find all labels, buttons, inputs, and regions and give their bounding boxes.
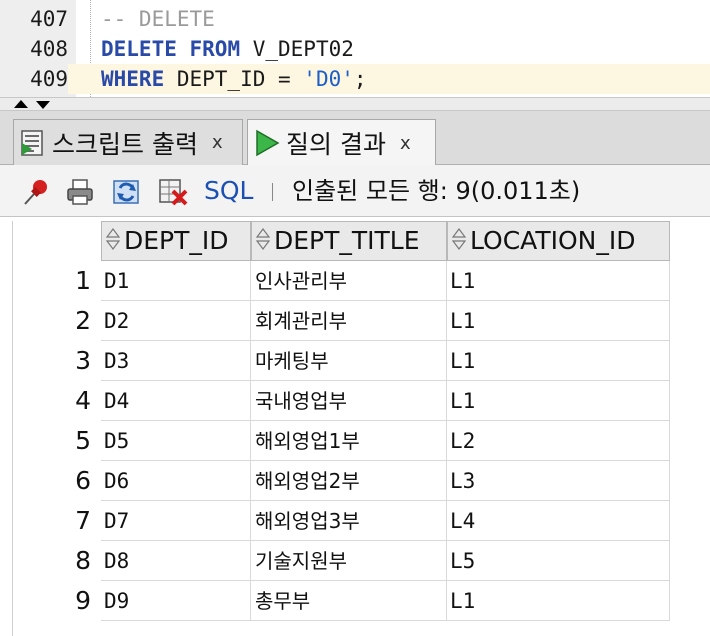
- line-number: 407: [0, 4, 68, 34]
- grid-header: DEPT_ID DEPT_TITLE LOCATION_ID: [0, 221, 710, 261]
- refresh-icon[interactable]: [111, 176, 143, 208]
- tab-label: 질의 결과: [286, 130, 386, 159]
- tab-query-result[interactable]: 질의 결과 x: [247, 119, 436, 166]
- column-header-dept-id[interactable]: DEPT_ID: [101, 221, 251, 261]
- cell-dept-title[interactable]: 총무부: [251, 581, 447, 621]
- cell-location-id[interactable]: L1: [447, 341, 670, 381]
- row-number: 8: [75, 546, 91, 575]
- row-number: 1: [75, 266, 91, 295]
- cell-dept-id[interactable]: D6: [101, 461, 251, 501]
- cell-location-id[interactable]: L1: [447, 301, 670, 341]
- result-toolbar: SQL 인출된 모든 행: 9(0.011초): [0, 165, 710, 217]
- sql-button[interactable]: SQL: [204, 174, 253, 208]
- cell-location-id[interactable]: L2: [447, 421, 670, 461]
- close-icon[interactable]: x: [212, 132, 223, 153]
- cell-dept-id[interactable]: D4: [101, 381, 251, 421]
- column-header-label: DEPT_TITLE: [274, 226, 420, 255]
- collapse-up-icon[interactable]: [14, 100, 28, 108]
- cell-dept-id[interactable]: D3: [101, 341, 251, 381]
- line-number: 408: [0, 34, 68, 64]
- sql-text: V_DEPT02: [240, 37, 354, 61]
- column-header-label: LOCATION_ID: [470, 226, 636, 255]
- sql-comment: -- DELETE: [101, 7, 215, 31]
- cell-dept-id[interactable]: D2: [101, 301, 251, 341]
- table-row[interactable]: 2 D2 회계관리부 L1: [0, 301, 710, 341]
- cell-dept-title[interactable]: 해외영업1부: [251, 421, 447, 461]
- code-line-409[interactable]: 409 WHERE DEPT_ID = 'D0';: [0, 64, 710, 94]
- toolbar-separator: [272, 183, 273, 201]
- tab-label: 스크립트 출력: [52, 129, 198, 159]
- cell-dept-id[interactable]: D9: [101, 581, 251, 621]
- script-output-icon: [20, 129, 46, 157]
- sort-icon[interactable]: [255, 223, 271, 260]
- pin-icon[interactable]: [20, 176, 52, 208]
- collapse-down-icon[interactable]: [36, 101, 50, 109]
- cell-dept-title[interactable]: 해외영업2부: [251, 461, 447, 501]
- cell-location-id[interactable]: L5: [447, 541, 670, 581]
- column-header-location-id[interactable]: LOCATION_ID: [447, 221, 670, 261]
- column-header-dept-title[interactable]: DEPT_TITLE: [251, 221, 447, 261]
- table-row[interactable]: 3 D3 마케팅부 L1: [0, 341, 710, 381]
- output-tab-bar: 스크립트 출력 x 질의 결과 x: [0, 111, 710, 166]
- cell-dept-title[interactable]: 기술지원부: [251, 541, 447, 581]
- pane-splitter[interactable]: [0, 97, 710, 111]
- sql-keyword: WHERE: [101, 67, 165, 91]
- cell-dept-title[interactable]: 해외영업3부: [251, 501, 447, 541]
- cell-location-id[interactable]: L1: [447, 581, 670, 621]
- close-icon[interactable]: x: [400, 133, 411, 154]
- code-line-408[interactable]: 408 DELETE FROM V_DEPT02: [0, 34, 710, 64]
- table-row[interactable]: 1 D1 인사관리부 L1: [0, 261, 710, 301]
- cell-dept-title[interactable]: 마케팅부: [251, 341, 447, 381]
- cell-dept-id[interactable]: D5: [101, 421, 251, 461]
- row-number: 5: [75, 426, 91, 455]
- cell-dept-id[interactable]: D1: [101, 261, 251, 301]
- sql-keyword: DELETE: [101, 37, 177, 61]
- row-number: 9: [75, 586, 91, 615]
- fetch-status-text: 인출된 모든 행: 9(0.011초): [292, 177, 581, 205]
- table-row[interactable]: 7 D7 해외영업3부 L4: [0, 501, 710, 541]
- table-row[interactable]: 6 D6 해외영업2부 L3: [0, 461, 710, 501]
- cell-dept-title[interactable]: 회계관리부: [251, 301, 447, 341]
- sql-text: ;: [353, 67, 367, 91]
- cell-location-id[interactable]: L3: [447, 461, 670, 501]
- column-header-label: DEPT_ID: [124, 226, 229, 255]
- tab-script-output[interactable]: 스크립트 출력 x: [13, 119, 243, 165]
- cell-location-id[interactable]: L1: [447, 381, 670, 421]
- sort-icon[interactable]: [105, 223, 121, 260]
- row-number: 6: [75, 466, 91, 495]
- run-query-icon: [254, 129, 280, 157]
- table-row[interactable]: 5 D5 해외영업1부 L2: [0, 421, 710, 461]
- table-row[interactable]: 9 D9 총무부 L1: [0, 581, 710, 621]
- cell-location-id[interactable]: L4: [447, 501, 670, 541]
- sql-string: 'D0': [303, 67, 354, 91]
- table-row[interactable]: 4 D4 국내영업부 L1: [0, 381, 710, 421]
- sql-text: DEPT_ID =: [164, 67, 304, 91]
- table-row[interactable]: 8 D8 기술지원부 L5: [0, 541, 710, 581]
- cell-dept-id[interactable]: D8: [101, 541, 251, 581]
- sql-keyword: FROM: [189, 37, 241, 61]
- cell-location-id[interactable]: L1: [447, 261, 670, 301]
- row-number: 4: [75, 386, 91, 415]
- print-icon[interactable]: [64, 176, 96, 208]
- line-number: 409: [0, 64, 68, 94]
- cell-dept-id[interactable]: D7: [101, 501, 251, 541]
- cell-dept-title[interactable]: 인사관리부: [251, 261, 447, 301]
- result-grid[interactable]: DEPT_ID DEPT_TITLE LOCATION_ID 1 D1 인사관리부 L…: [0, 217, 710, 636]
- row-number: 3: [75, 346, 91, 375]
- sql-editor[interactable]: 407 -- DELETE 408 DELETE FROM V_DEPT02 4…: [0, 0, 710, 97]
- sort-icon[interactable]: [451, 223, 467, 260]
- code-line-407[interactable]: 407 -- DELETE: [0, 4, 710, 34]
- row-number: 7: [75, 506, 91, 535]
- cell-dept-title[interactable]: 국내영업부: [251, 381, 447, 421]
- row-number: 2: [75, 306, 91, 335]
- clear-grid-icon[interactable]: [157, 176, 189, 208]
